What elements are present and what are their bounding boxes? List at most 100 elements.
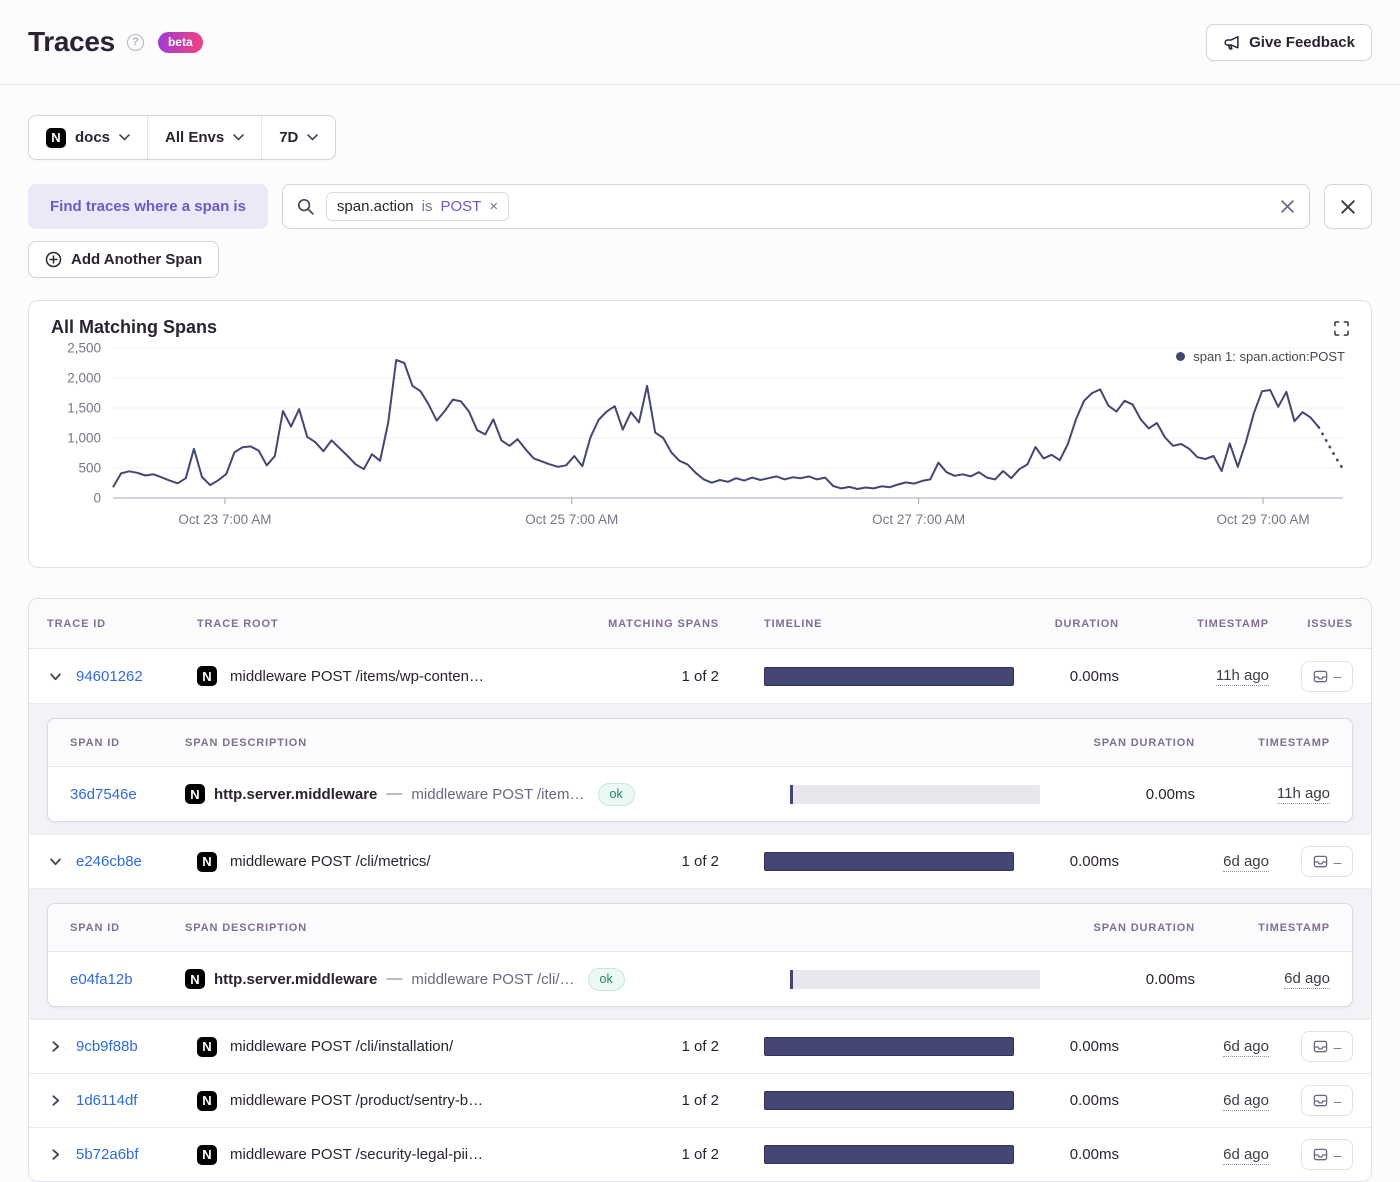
spans-line-chart[interactable]: 05001,0001,5002,0002,500Oct 23 7:00 AMOc…: [51, 338, 1349, 550]
span-table-header: Span IDSpan DescriptionSpan DurationTime…: [48, 904, 1352, 952]
issues-inbox-icon: [1313, 854, 1328, 869]
timestamp-value[interactable]: 6d ago: [1223, 1038, 1269, 1057]
span-timeline-bar[interactable]: [790, 785, 1040, 804]
nextjs-project-icon: N: [197, 1091, 217, 1111]
chart-title: All Matching Spans: [51, 317, 1349, 338]
trace-timeline-bar[interactable]: [764, 1037, 1014, 1056]
trace-timeline-bar[interactable]: [764, 1145, 1014, 1164]
trace-id-link[interactable]: 94601262: [76, 668, 143, 685]
timestamp-value[interactable]: 6d ago: [1223, 1092, 1269, 1111]
trace-root-label: middleware POST /cli/installation/: [230, 1038, 453, 1055]
chevron-down-icon: [49, 855, 62, 868]
span-timeline-bar[interactable]: [790, 970, 1040, 989]
trace-timeline-bar[interactable]: [764, 852, 1014, 871]
legend-label: span 1: span.action:POST: [1193, 349, 1345, 364]
timestamp-value[interactable]: 11h ago: [1216, 667, 1269, 686]
plus-circle-icon: [45, 251, 62, 268]
nextjs-project-icon: N: [197, 852, 217, 872]
legend-dot: [1176, 352, 1185, 361]
trace-id-cell: 5b72a6bf: [47, 1146, 197, 1163]
span-description-label: middleware POST /item…: [411, 786, 584, 803]
series-line[interactable]: [113, 360, 1319, 489]
trace-timeline-bar[interactable]: [764, 1091, 1014, 1110]
trace-timeline-bar[interactable]: [764, 667, 1014, 686]
timestamp-value[interactable]: 6d ago: [1223, 1146, 1269, 1165]
expand-trace-button[interactable]: [47, 1092, 64, 1109]
collapse-trace-button[interactable]: [47, 853, 64, 870]
header-timestamp: Timestamp: [1119, 618, 1269, 630]
timeline-cell: [719, 1145, 1009, 1164]
trace-id-link[interactable]: 1d6114df: [76, 1092, 137, 1109]
trace-row[interactable]: 94601262 Nmiddleware POST /items/wp-conte…: [29, 649, 1371, 703]
trace-row[interactable]: 1d6114dfNmiddleware POST /product/sentry…: [29, 1073, 1371, 1127]
span-row[interactable]: 36d7546eNhttp.server.middleware—middlewa…: [48, 767, 1352, 821]
span-timestamp-value[interactable]: 6d ago: [1284, 970, 1330, 989]
timeline-cell: [719, 1037, 1009, 1056]
trace-table-header: Trace ID Trace Root Matching Spans Timel…: [29, 599, 1371, 649]
chart-legend[interactable]: span 1: span.action:POST: [1176, 349, 1345, 364]
span-row[interactable]: e04fa12bNhttp.server.middleware—middlewa…: [48, 952, 1352, 1006]
trace-results-table: Trace ID Trace Root Matching Spans Timel…: [28, 598, 1372, 1182]
nextjs-project-icon: N: [185, 784, 205, 804]
issues-button[interactable]: [1301, 1085, 1353, 1116]
project-selector[interactable]: N docs: [29, 116, 147, 159]
y-tick-label: 1,500: [67, 401, 101, 416]
span-description-cell: Nhttp.server.middleware—middleware POST …: [185, 783, 745, 806]
span-id-link[interactable]: e04fa12b: [70, 971, 185, 988]
span-timestamp-value[interactable]: 11h ago: [1277, 785, 1330, 804]
page-filter-bar: N docs All Envs 7D: [28, 115, 336, 160]
header-span-duration: Span Duration: [1015, 922, 1195, 934]
issues-button[interactable]: [1301, 846, 1353, 877]
trace-row[interactable]: e246cb8eNmiddleware POST /cli/metrics/1 …: [29, 834, 1371, 888]
nextjs-project-icon: N: [46, 128, 66, 148]
timestamp-cell: 6d ago: [1119, 853, 1269, 871]
trace-root-cell: Nmiddleware POST /cli/installation/: [197, 1037, 589, 1057]
issues-button[interactable]: [1301, 661, 1353, 692]
trace-root-cell: Nmiddleware POST /items/wp-conten…: [197, 666, 589, 686]
trace-id-link[interactable]: 5b72a6bf: [76, 1146, 139, 1163]
timestamp-value[interactable]: 6d ago: [1223, 853, 1269, 872]
span-operation-label: http.server.middleware: [214, 971, 377, 988]
give-feedback-button[interactable]: Give Feedback: [1206, 24, 1372, 61]
nextjs-project-icon: N: [197, 666, 217, 686]
span-table-header: Span IDSpan DescriptionSpan DurationTime…: [48, 719, 1352, 767]
issues-button[interactable]: [1301, 1031, 1353, 1062]
remove-span-condition-button[interactable]: [1324, 184, 1372, 229]
issues-cell: [1269, 846, 1353, 877]
series-line-incomplete: [1319, 427, 1343, 469]
expand-trace-button[interactable]: [47, 1146, 64, 1163]
x-tick-label: Oct 27 7:00 AM: [872, 512, 965, 527]
help-icon[interactable]: [127, 34, 144, 51]
timestamp-cell: 6d ago: [1119, 1146, 1269, 1164]
project-selector-value: docs: [75, 129, 110, 146]
span-status-badge: ok: [588, 968, 625, 991]
span-id-link[interactable]: 36d7546e: [70, 786, 185, 803]
span-search-input[interactable]: span.action is POST: [282, 184, 1310, 229]
issues-button[interactable]: [1301, 1139, 1353, 1170]
x-tick-label: Oct 23 7:00 AM: [178, 512, 271, 527]
trace-id-link[interactable]: 9cb9f88b: [76, 1038, 138, 1055]
add-another-span-button[interactable]: Add Another Span: [28, 241, 219, 278]
no-issues-indicator: [1334, 668, 1342, 684]
page-header: Traces beta Give Feedback: [0, 0, 1400, 85]
issues-cell: [1269, 1031, 1353, 1062]
header-span-id: Span ID: [70, 737, 185, 749]
duration-value: 0.00ms: [1009, 1092, 1119, 1109]
expand-trace-button[interactable]: [47, 1038, 64, 1055]
no-issues-indicator: [1334, 1147, 1342, 1163]
clear-search-button[interactable]: [1280, 199, 1295, 214]
token-remove-icon[interactable]: [489, 198, 498, 215]
add-another-span-label: Add Another Span: [71, 251, 202, 268]
date-range-selector[interactable]: 7D: [261, 116, 335, 159]
trace-row[interactable]: 5b72a6bfNmiddleware POST /security-legal…: [29, 1127, 1371, 1181]
matching-spans-chart-panel: All Matching Spans span 1: span.action:P…: [28, 300, 1372, 568]
search-filter-token[interactable]: span.action is POST: [326, 192, 509, 221]
span-sub-table: Span IDSpan DescriptionSpan DurationTime…: [47, 903, 1353, 1007]
collapse-trace-button[interactable]: [47, 668, 64, 685]
expand-chart-button[interactable]: [1330, 317, 1353, 340]
trace-id-link[interactable]: e246cb8e: [76, 853, 142, 870]
no-issues-indicator: [1334, 1093, 1342, 1109]
trace-row[interactable]: 9cb9f88b Nmiddleware POST /cli/installati…: [29, 1019, 1371, 1073]
issues-cell: [1269, 661, 1353, 692]
environment-selector[interactable]: All Envs: [147, 116, 261, 159]
